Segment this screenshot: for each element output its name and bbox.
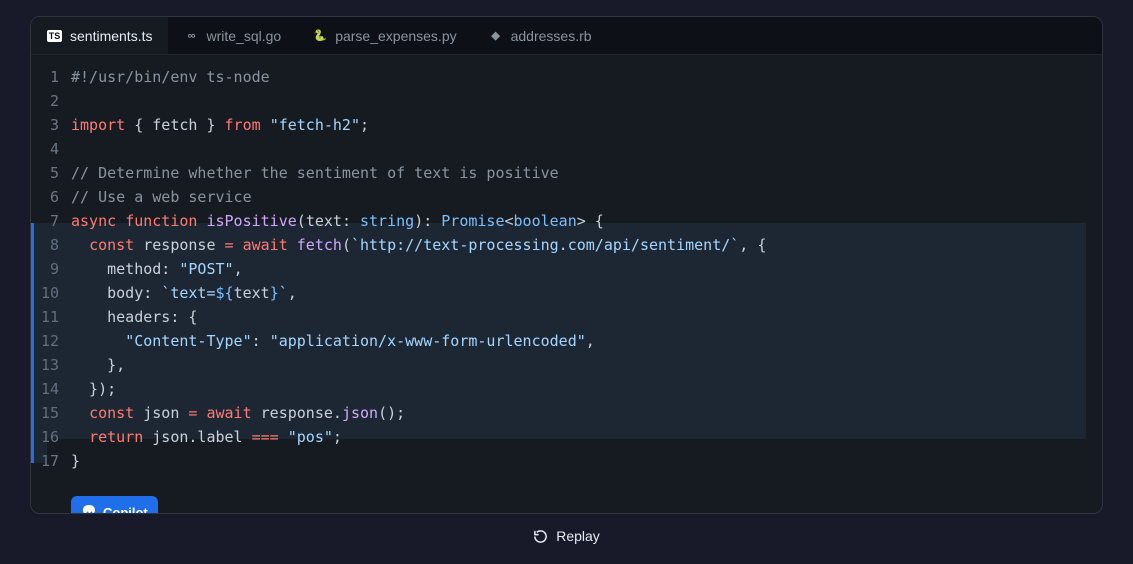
code-line: async function isPositive(text: string):… (71, 209, 1102, 233)
python-icon: 🐍 (313, 29, 327, 43)
tab-bar: TS sentiments.ts ∞ write_sql.go 🐍 parse_expen… (31, 17, 1102, 55)
line-number: 13 (39, 353, 59, 377)
line-number: 6 (39, 185, 59, 209)
line-number: 12 (39, 329, 59, 353)
code-line (71, 89, 1102, 113)
ts-icon: TS (47, 30, 62, 42)
code-line: "Content-Type": "application/x-www-form-… (71, 329, 1102, 353)
line-number-gutter: 1234567891011121314151617 (31, 65, 71, 473)
code-line: body: `text=${text}`, (71, 281, 1102, 305)
line-number: 2 (39, 89, 59, 113)
code-line: // Determine whether the sentiment of te… (71, 161, 1102, 185)
copilot-icon (81, 505, 97, 514)
tab-label: parse_expenses.py (335, 28, 456, 44)
code-line: const json = await response.json(); (71, 401, 1102, 425)
line-number: 9 (39, 257, 59, 281)
go-icon: ∞ (184, 29, 198, 43)
tab-label: write_sql.go (206, 28, 281, 44)
line-number: 7 (39, 209, 59, 233)
tab-label: sentiments.ts (70, 28, 152, 44)
code-content[interactable]: #!/usr/bin/env ts-node import { fetch } f… (71, 65, 1102, 473)
line-number: 1 (39, 65, 59, 89)
line-number: 15 (39, 401, 59, 425)
code-line (71, 137, 1102, 161)
code-line: }, (71, 353, 1102, 377)
suggestion-highlight-tail (31, 439, 47, 463)
line-number: 11 (39, 305, 59, 329)
copilot-label: Copilot (103, 501, 148, 514)
replay-icon (533, 529, 548, 544)
line-number: 3 (39, 113, 59, 137)
code-line: const response = await fetch(`http://tex… (71, 233, 1102, 257)
line-number: 5 (39, 161, 59, 185)
ruby-icon: ◆ (489, 29, 503, 43)
code-area: 1234567891011121314151617 #!/usr/bin/env… (31, 55, 1102, 513)
code-line: import { fetch } from "fetch-h2"; (71, 113, 1102, 137)
code-line: #!/usr/bin/env ts-node (71, 65, 1102, 89)
line-number: 10 (39, 281, 59, 305)
code-line: } (71, 449, 1102, 473)
replay-label: Replay (556, 528, 600, 544)
code-line: headers: { (71, 305, 1102, 329)
editor-container: TS sentiments.ts ∞ write_sql.go 🐍 parse_expen… (30, 16, 1103, 514)
code-line: // Use a web service (71, 185, 1102, 209)
code-line: method: "POST", (71, 257, 1102, 281)
code-line: return json.label === "pos"; (71, 425, 1102, 449)
tab-sentiments-ts[interactable]: TS sentiments.ts (31, 17, 168, 54)
tab-parse_expenses-py[interactable]: 🐍 parse_expenses.py (297, 17, 472, 54)
line-number: 4 (39, 137, 59, 161)
tab-label: addresses.rb (511, 28, 592, 44)
code-line: }); (71, 377, 1102, 401)
line-number: 8 (39, 233, 59, 257)
copilot-badge[interactable]: Copilot (71, 496, 158, 514)
line-number: 14 (39, 377, 59, 401)
replay-button[interactable]: Replay (30, 528, 1103, 544)
tab-addresses-rb[interactable]: ◆ addresses.rb (473, 17, 608, 54)
tab-write_sql-go[interactable]: ∞ write_sql.go (168, 17, 297, 54)
